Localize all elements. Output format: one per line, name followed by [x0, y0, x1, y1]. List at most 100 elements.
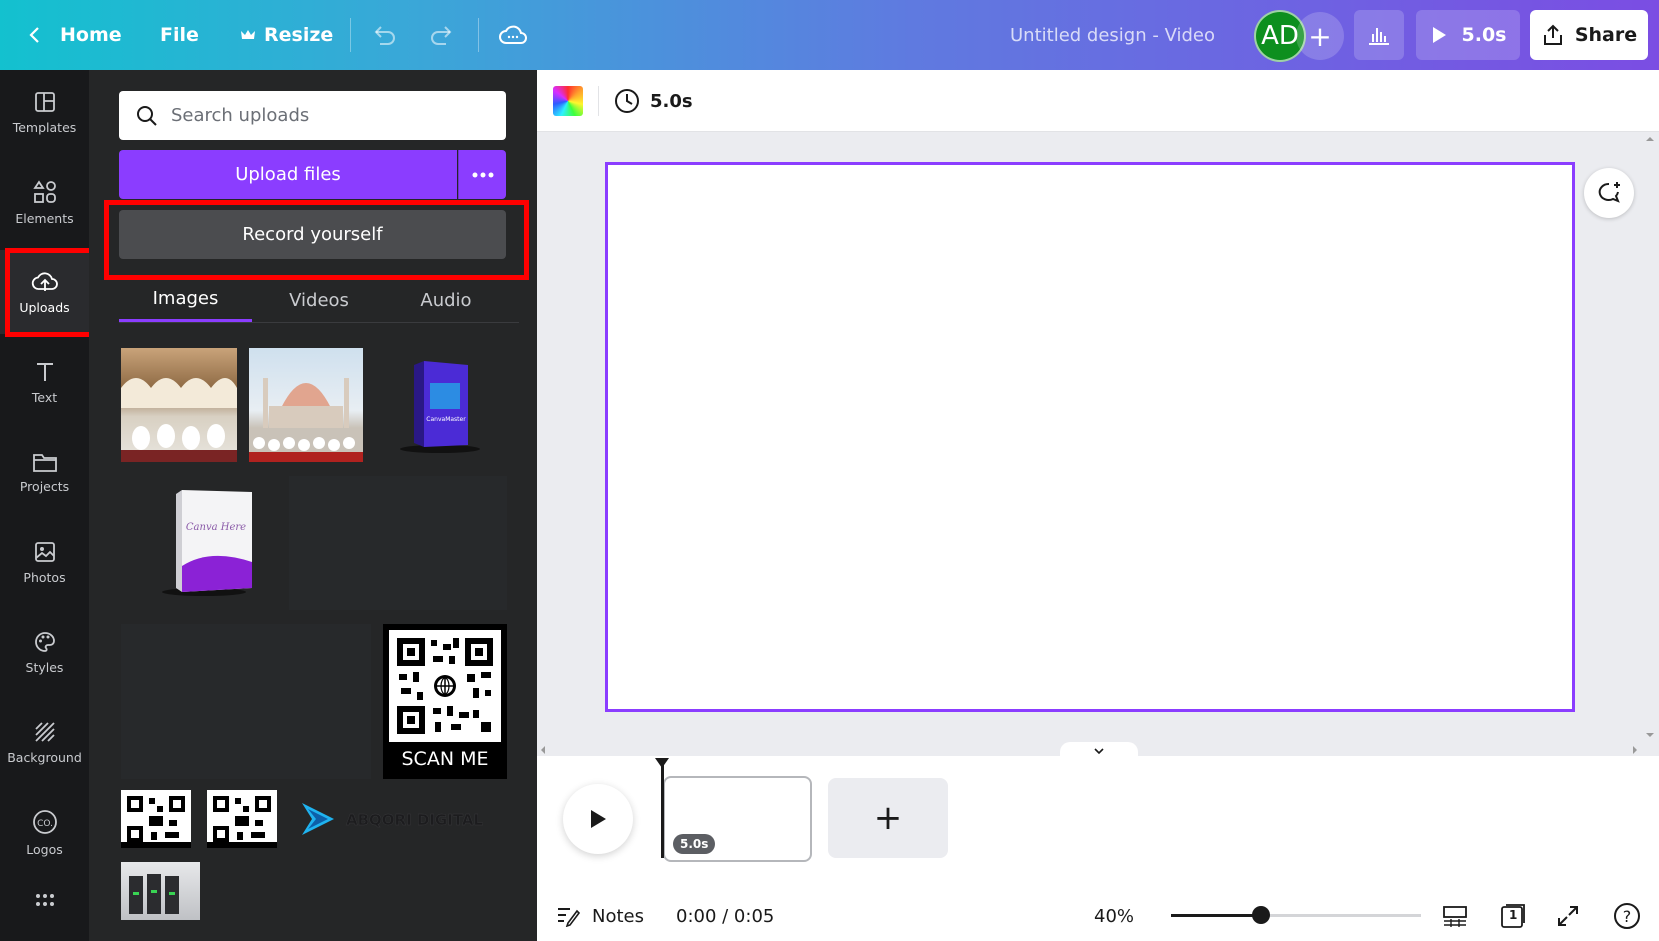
home-label: Home	[60, 24, 122, 46]
templates-icon	[34, 91, 55, 112]
upload-thumbnail[interactable]	[121, 862, 200, 920]
file-menu[interactable]: File	[160, 0, 199, 70]
resize-label: Resize	[264, 24, 334, 46]
server-racks-image	[129, 874, 179, 914]
design-page[interactable]	[605, 162, 1575, 712]
upload-thumbnail[interactable]: CanvaMaster	[390, 355, 490, 455]
editor-toolbar	[537, 70, 1659, 132]
redo-icon	[431, 26, 452, 45]
share-button[interactable]: Share	[1530, 10, 1648, 60]
color-picker-button[interactable]	[553, 86, 583, 116]
share-upload-icon	[1543, 24, 1562, 45]
top-bar: Home File Resize Untitled design - Video…	[0, 0, 1659, 70]
zoom-slider-fill	[1171, 914, 1261, 917]
upload-thumbnail-logo[interactable]: ABQORI DIGITAL	[298, 795, 498, 845]
upload-thumbnail-qr-small[interactable]	[207, 790, 277, 848]
upload-thumbnail[interactable]	[121, 348, 237, 462]
svg-text:CO.: CO.	[37, 819, 53, 829]
palette-icon	[34, 631, 55, 652]
tab-audio[interactable]: Audio	[386, 278, 506, 322]
timeline-play-button[interactable]	[563, 784, 633, 854]
undo-button[interactable]	[370, 0, 398, 70]
product-box-image: Canva Here	[162, 490, 252, 596]
clip-duration: 5.0s	[673, 834, 716, 854]
help-icon: ?	[1614, 903, 1640, 929]
mosque-exterior-image	[249, 378, 363, 462]
notes-button[interactable]: Notes	[556, 898, 644, 934]
rail-label: Projects	[19, 478, 70, 494]
invite-button[interactable]: +	[1296, 12, 1344, 60]
logo-text: ABQORI DIGITAL	[346, 811, 484, 829]
upload-files-button[interactable]: Upload files	[119, 150, 457, 199]
add-comment-button[interactable]	[1584, 168, 1634, 218]
rail-label: Logos	[26, 841, 63, 857]
vertical-scrollbar[interactable]	[1641, 132, 1659, 742]
timeline-collapse-button[interactable]	[1060, 742, 1138, 760]
insights-button[interactable]	[1354, 10, 1404, 60]
upload-thumbnail[interactable]	[121, 624, 371, 779]
cloud-icon	[499, 25, 527, 44]
grid-view-button[interactable]	[1437, 898, 1473, 934]
rail-item-background[interactable]: Background	[0, 700, 89, 784]
photo-icon	[34, 541, 55, 562]
page-count-button[interactable]: 1	[1495, 898, 1531, 934]
background-icon	[34, 721, 55, 742]
grid-view-icon	[1443, 906, 1467, 927]
search-input[interactable]	[171, 105, 491, 126]
upload-thumbnail-qr[interactable]: SCAN ME	[383, 624, 507, 779]
rail-item-templates[interactable]: Templates	[0, 70, 89, 154]
rail-item-photos[interactable]: Photos	[0, 520, 89, 604]
rail-item-text[interactable]: Text	[0, 340, 89, 424]
rail-item-logos[interactable]: CO. Logos	[0, 790, 89, 874]
rail-label: Text	[31, 389, 58, 405]
notes-icon	[558, 908, 580, 927]
zoom-slider-knob[interactable]	[1252, 906, 1270, 924]
undo-icon	[374, 26, 395, 45]
play-icon	[591, 810, 606, 828]
tabs-divider	[119, 322, 519, 323]
fullscreen-button[interactable]	[1550, 898, 1586, 934]
crown-icon	[241, 30, 255, 39]
playhead[interactable]	[661, 758, 664, 858]
qr-caption: SCAN ME	[401, 748, 489, 770]
rail-item-styles[interactable]: Styles	[0, 610, 89, 694]
search-uploads[interactable]	[119, 91, 506, 140]
svg-text:CanvaMaster: CanvaMaster	[426, 416, 466, 423]
comment-add-icon	[1598, 182, 1620, 203]
upload-thumbnail[interactable]: Canva Here	[140, 488, 260, 598]
design-title[interactable]: Untitled design - Video	[1010, 0, 1215, 70]
home-button[interactable]: Home	[26, 0, 122, 70]
duration-label: 5.0s	[650, 90, 693, 112]
zoom-percentage[interactable]: 40%	[1094, 898, 1134, 934]
tab-images[interactable]: Images	[119, 278, 252, 322]
divider	[350, 18, 351, 52]
playhead-handle[interactable]	[654, 754, 670, 768]
chevron-left-icon	[29, 27, 39, 43]
play-preview-button[interactable]: 5.0s	[1416, 10, 1520, 60]
rail-label: Styles	[25, 659, 64, 675]
upload-more-button[interactable]	[458, 150, 506, 199]
duration-button[interactable]: 5.0s	[614, 82, 693, 120]
redo-button[interactable]	[428, 0, 456, 70]
upload-thumbnail[interactable]	[289, 476, 507, 610]
upload-thumbnail-qr-small[interactable]	[121, 790, 191, 848]
rail-item-elements[interactable]: Elements	[0, 160, 89, 244]
rail-item-projects[interactable]: Projects	[0, 430, 89, 514]
upload-thumbnail[interactable]	[249, 348, 363, 462]
notes-label: Notes	[592, 905, 644, 927]
qr-code-image	[121, 796, 191, 848]
qr-code-image	[389, 630, 501, 742]
highlight-box-record	[104, 200, 529, 280]
add-page-button[interactable]: +	[828, 778, 948, 858]
chevron-down-icon	[1094, 748, 1104, 755]
bar-chart-icon	[1369, 28, 1389, 45]
rail-label: Background	[7, 749, 82, 765]
cloud-save-button[interactable]	[498, 0, 528, 70]
rail-more-apps[interactable]	[0, 880, 89, 920]
help-label: ?	[1623, 907, 1632, 926]
help-button[interactable]: ?	[1609, 898, 1645, 934]
elements-icon	[32, 179, 56, 203]
resize-button[interactable]: Resize	[240, 0, 333, 70]
tab-videos[interactable]: Videos	[252, 278, 386, 322]
clock-icon	[615, 89, 639, 113]
